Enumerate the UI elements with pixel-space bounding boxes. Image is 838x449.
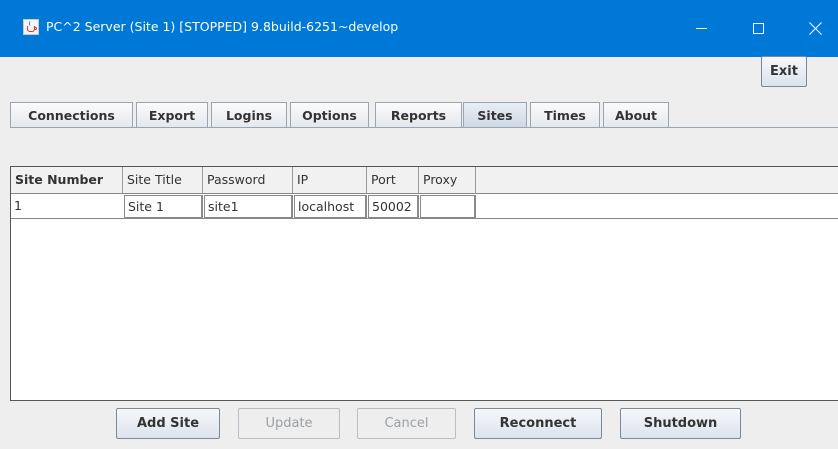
tab-sites[interactable]: Sites: [463, 102, 527, 128]
window-title: PC^2 Server (Site 1) [STOPPED] 9.8build-…: [46, 19, 399, 34]
column-header-proxy[interactable]: Proxy: [419, 167, 476, 193]
reconnect-button[interactable]: Reconnect: [474, 408, 602, 439]
tab-logins[interactable]: Logins: [211, 102, 287, 128]
cell-port[interactable]: 50002: [368, 195, 419, 218]
table-bottom-border: [10, 400, 838, 401]
update-button[interactable]: Update: [238, 408, 340, 439]
tab-export[interactable]: Export: [136, 102, 208, 128]
tab-connections[interactable]: Connections: [10, 102, 133, 128]
shutdown-button[interactable]: Shutdown: [620, 408, 741, 439]
java-cup-icon: [23, 19, 39, 35]
cell-site-title[interactable]: Site 1: [124, 195, 203, 218]
add-site-button[interactable]: Add Site: [116, 408, 220, 439]
tab-times[interactable]: Times: [530, 102, 600, 128]
table-row[interactable]: 1 Site 1 site1 localhost 50002: [11, 195, 838, 219]
close-icon: [809, 22, 822, 35]
column-header-password[interactable]: Password: [203, 167, 293, 193]
column-header-site-number[interactable]: Site Number: [11, 167, 123, 193]
column-header-ip[interactable]: IP: [293, 167, 367, 193]
cell-password[interactable]: site1: [204, 195, 293, 218]
tab-about[interactable]: About: [603, 102, 669, 128]
column-header-site-title[interactable]: Site Title: [123, 167, 203, 193]
column-header-port[interactable]: Port: [367, 167, 419, 193]
cell-site-number[interactable]: 1: [11, 195, 123, 218]
title-bar[interactable]: PC^2 Server (Site 1) [STOPPED] 9.8build-…: [0, 0, 838, 57]
minimize-icon: [695, 28, 707, 29]
tab-options[interactable]: Options: [290, 102, 369, 128]
maximize-icon: [752, 23, 764, 34]
cell-ip[interactable]: localhost: [294, 195, 367, 218]
maximize-button[interactable]: [735, 0, 781, 57]
cancel-button[interactable]: Cancel: [357, 408, 456, 439]
close-button[interactable]: [792, 0, 838, 57]
tab-divider: [10, 127, 838, 128]
minimize-button[interactable]: [678, 0, 724, 57]
exit-button[interactable]: Exit: [761, 56, 807, 87]
cell-proxy[interactable]: [420, 195, 476, 218]
table-header: Site Number Site Title Password IP Port …: [11, 167, 838, 194]
sites-table[interactable]: Site Number Site Title Password IP Port …: [10, 166, 838, 401]
tab-reports[interactable]: Reports: [375, 102, 462, 128]
